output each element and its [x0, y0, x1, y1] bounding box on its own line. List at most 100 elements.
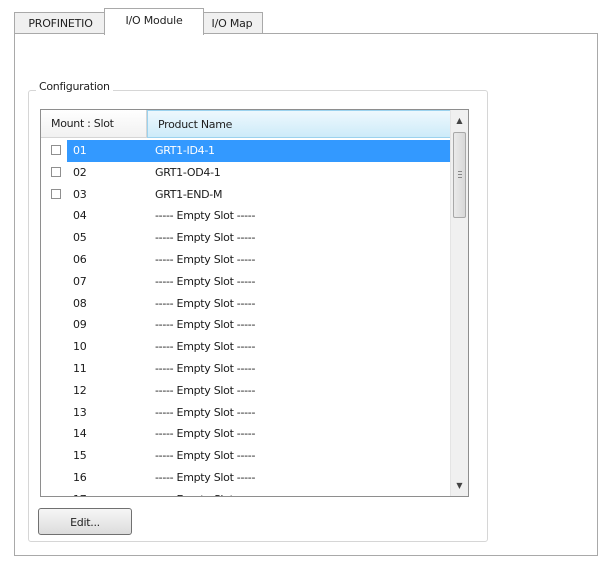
mount-slot-cell: 07: [41, 271, 145, 293]
mount-slot-cell: 05: [41, 227, 145, 249]
product-name-text: ----- Empty Slot -----: [155, 296, 256, 310]
mount-slot-cell: 13: [41, 402, 145, 424]
mount-slot-cell: 15: [41, 445, 145, 467]
product-name-text: ----- Empty Slot -----: [155, 383, 256, 397]
product-name-cell: ----- Empty Slot -----: [147, 380, 451, 402]
table-row[interactable]: 11 ----- Empty Slot -----: [41, 358, 451, 380]
product-name-text: ----- Empty Slot -----: [155, 470, 256, 484]
tab-io-module[interactable]: I/O Module: [104, 8, 204, 35]
mount-slot-cell: 12: [41, 380, 145, 402]
slot-number: 08: [73, 296, 87, 310]
mount-slot-cell: 16: [41, 467, 145, 489]
table-row[interactable]: 16 ----- Empty Slot -----: [41, 467, 451, 489]
slot-number: 16: [73, 470, 87, 484]
product-name-cell: ----- Empty Slot -----: [147, 205, 451, 227]
slot-number: 15: [73, 449, 87, 463]
product-name-text: ----- Empty Slot -----: [155, 449, 256, 463]
slot-number: 05: [73, 231, 87, 245]
table-row[interactable]: 02 GRT1-OD4-1: [41, 162, 451, 184]
slot-number: 11: [73, 361, 87, 375]
mount-slot-cell: 14: [41, 423, 145, 445]
table-row[interactable]: 08 ----- Empty Slot -----: [41, 293, 451, 315]
product-name-cell: GRT1-OD4-1: [147, 162, 451, 184]
product-name-cell: ----- Empty Slot -----: [147, 402, 451, 424]
mount-slot-cell: 06: [41, 249, 145, 271]
slot-number: 06: [73, 252, 87, 266]
table-row[interactable]: 06 ----- Empty Slot -----: [41, 249, 451, 271]
tab-io-map[interactable]: I/O Map: [201, 12, 263, 34]
scroll-thumb[interactable]: [453, 132, 466, 218]
slot-rows: 01 GRT1-ID4-1 02 GRT1-OD4-1 03 GRT1-END-M 04 --…: [41, 140, 451, 496]
product-name-text: ----- Empty Slot -----: [155, 405, 256, 419]
product-name-text: GRT1-OD4-1: [155, 165, 221, 179]
table-row[interactable]: 17 ----- Empty Slot -----: [41, 489, 451, 496]
product-name-cell: ----- Empty Slot -----: [147, 445, 451, 467]
mount-slot-cell: 08: [41, 293, 145, 315]
product-name-cell: ----- Empty Slot -----: [147, 467, 451, 489]
product-name-cell: GRT1-ID4-1: [147, 140, 451, 162]
row-checkbox[interactable]: [51, 145, 61, 155]
scroll-down-icon[interactable]: ▼: [451, 477, 468, 494]
slot-number: 07: [73, 274, 87, 288]
slot-number: 17: [73, 489, 87, 496]
product-name-text: ----- Empty Slot -----: [155, 493, 255, 496]
vertical-scrollbar[interactable]: ▲ ▼: [450, 110, 468, 496]
product-name-cell: ----- Empty Slot -----: [147, 314, 451, 336]
product-name-text: ----- Empty Slot -----: [155, 274, 256, 288]
table-row[interactable]: 09 ----- Empty Slot -----: [41, 314, 451, 336]
tab-profinetio[interactable]: PROFINETIO: [14, 12, 107, 34]
slot-number: 01: [73, 144, 87, 157]
mount-slot-cell: 04: [41, 205, 145, 227]
product-name-text: ----- Empty Slot -----: [155, 209, 256, 223]
product-name-text: GRT1-END-M: [155, 187, 223, 201]
product-name-cell: ----- Empty Slot -----: [147, 358, 451, 380]
edit-button[interactable]: Edit...: [38, 508, 132, 535]
product-name-cell: ----- Empty Slot -----: [147, 249, 451, 271]
mount-slot-cell: 02: [41, 162, 145, 184]
table-row[interactable]: 12 ----- Empty Slot -----: [41, 380, 451, 402]
mount-slot-cell: 10: [41, 336, 145, 358]
column-header-mount-slot[interactable]: Mount : Slot: [41, 110, 147, 138]
table-row[interactable]: 13 ----- Empty Slot -----: [41, 402, 451, 424]
scroll-up-icon[interactable]: ▲: [451, 112, 468, 129]
table-row[interactable]: 05 ----- Empty Slot -----: [41, 227, 451, 249]
slot-number: 09: [73, 318, 87, 332]
table-row[interactable]: 01 GRT1-ID4-1: [41, 140, 451, 162]
slot-number: 12: [73, 383, 87, 397]
table-row[interactable]: 10 ----- Empty Slot -----: [41, 336, 451, 358]
mount-slot-cell: 09: [41, 314, 145, 336]
mount-slot-cell: 01: [67, 140, 147, 162]
product-name-cell: ----- Empty Slot -----: [147, 293, 451, 315]
slot-list[interactable]: Mount : Slot Product Name 01 GRT1-ID4-1 02…: [40, 109, 469, 497]
slot-number: 04: [73, 209, 87, 223]
slot-number: 14: [73, 427, 87, 441]
mount-slot-cell: 03: [41, 184, 145, 206]
table-row[interactable]: 04 ----- Empty Slot -----: [41, 205, 451, 227]
product-name-text: ----- Empty Slot -----: [155, 252, 256, 266]
mount-slot-cell: 11: [41, 358, 145, 380]
product-name-cell: ----- Empty Slot -----: [147, 271, 451, 293]
product-name-text: GRT1-ID4-1: [155, 144, 215, 157]
product-name-cell: ----- Empty Slot -----: [147, 489, 451, 496]
table-row[interactable]: 14 ----- Empty Slot -----: [41, 423, 451, 445]
table-row[interactable]: 07 ----- Empty Slot -----: [41, 271, 451, 293]
mount-slot-cell: 17: [41, 489, 145, 496]
product-name-cell: ----- Empty Slot -----: [147, 336, 451, 358]
product-name-text: ----- Empty Slot -----: [155, 318, 256, 332]
slot-number: 02: [73, 165, 87, 179]
product-name-text: ----- Empty Slot -----: [155, 231, 256, 245]
product-name-text: ----- Empty Slot -----: [155, 427, 256, 441]
list-header: Mount : Slot Product Name: [41, 110, 451, 138]
slot-number: 10: [73, 340, 87, 354]
product-name-text: ----- Empty Slot -----: [155, 340, 256, 354]
table-row[interactable]: 15 ----- Empty Slot -----: [41, 445, 451, 467]
product-name-cell: ----- Empty Slot -----: [147, 423, 451, 445]
slot-number: 13: [73, 405, 87, 419]
column-header-product-name[interactable]: Product Name: [147, 110, 451, 138]
configuration-label: Configuration: [36, 80, 113, 93]
product-name-cell: ----- Empty Slot -----: [147, 227, 451, 249]
product-name-cell: GRT1-END-M: [147, 184, 451, 206]
slot-number: 03: [73, 187, 87, 201]
product-name-text: ----- Empty Slot -----: [155, 361, 256, 375]
table-row[interactable]: 03 GRT1-END-M: [41, 184, 451, 206]
